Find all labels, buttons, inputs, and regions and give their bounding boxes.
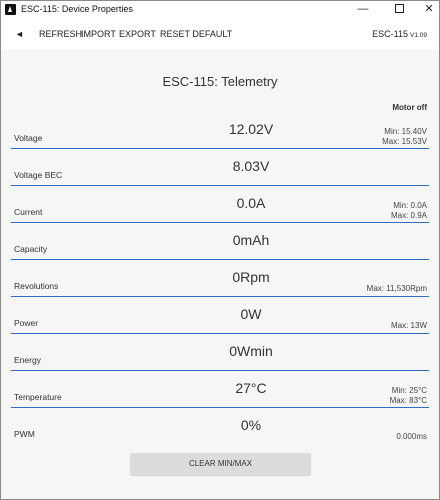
- export-button[interactable]: EXPORT: [119, 29, 156, 39]
- telemetry-max: Max: 11,530Rpm: [366, 284, 427, 293]
- telemetry-value: 0mAh: [232, 232, 270, 248]
- telemetry-minmax: 0.000ms: [396, 432, 427, 442]
- close-button[interactable]: ✕: [415, 1, 440, 19]
- back-button[interactable]: ◄: [15, 29, 24, 39]
- telemetry-row: Voltage 12.02V Min: 15.40V Max: 15.53V: [11, 113, 429, 149]
- telemetry-max: 0.000ms: [396, 432, 427, 441]
- telemetry-row: Voltage BEC 8.03V: [11, 150, 429, 186]
- app-window: ESC-115: Device Properties — ✕ ◄ REFRESH…: [0, 0, 440, 500]
- row-divider: [11, 185, 429, 186]
- app-logo-icon: [5, 4, 16, 15]
- row-divider: [11, 259, 429, 260]
- telemetry-value: 0W: [240, 306, 262, 322]
- telemetry-minmax: Max: 11,530Rpm: [367, 284, 427, 294]
- telemetry-minmax: Min: 0.0A Max: 0.9A: [391, 201, 427, 220]
- firmware-version: V1.09: [410, 32, 427, 39]
- telemetry-row: Current 0.0A Min: 0.0A Max: 0.9A: [11, 187, 429, 223]
- title-bar: ESC-115: Device Properties — ✕: [1, 1, 439, 19]
- telemetry-value: 0%: [240, 417, 262, 433]
- telemetry-row: Temperature 27°C Min: 25°C Max: 83°C: [11, 372, 429, 408]
- motor-status: Motor off: [392, 103, 427, 112]
- import-button[interactable]: IMPORT: [81, 29, 116, 39]
- telemetry-min: Min: 0.0A: [393, 201, 427, 210]
- telemetry-min: Min: 15.40V: [384, 127, 427, 136]
- telemetry-panel: ESC-115: Telemetry Motor off Voltage 12.0…: [1, 49, 439, 499]
- telemetry-minmax: Max: 13W: [391, 321, 427, 331]
- telemetry-row: PWM 0% 0.000ms: [11, 409, 429, 445]
- reset-default-button[interactable]: RESET DEFAULT: [160, 29, 232, 39]
- row-divider: [11, 333, 429, 334]
- telemetry-row: Power 0W Max: 13W: [11, 298, 429, 334]
- telemetry-value: 8.03V: [232, 158, 270, 174]
- refresh-button[interactable]: REFRESH: [39, 29, 82, 39]
- telemetry-minmax: Min: 25°C Max: 83°C: [390, 386, 427, 405]
- telemetry-max: Max: 83°C: [389, 395, 427, 405]
- row-divider: [11, 370, 429, 371]
- telemetry-min: Min: 25°C: [391, 386, 427, 395]
- telemetry-value: 0Wmin: [229, 343, 273, 359]
- telemetry-max: Max: 15.53V: [382, 136, 427, 146]
- minimize-button[interactable]: —: [349, 1, 377, 19]
- telemetry-max: Max: 13W: [390, 321, 427, 330]
- telemetry-row: Revolutions 0Rpm Max: 11,530Rpm: [11, 261, 429, 297]
- device-name: ESC-115: [372, 29, 408, 39]
- telemetry-row: Capacity 0mAh: [11, 224, 429, 260]
- toolbar: ◄ REFRESH IMPORT EXPORT RESET DEFAULT ES…: [1, 19, 439, 49]
- row-divider: [11, 407, 429, 408]
- row-divider: [11, 222, 429, 223]
- telemetry-max: Max: 0.9A: [390, 210, 427, 220]
- telemetry-value: 12.02V: [228, 121, 274, 137]
- telemetry-value: 0Rpm: [232, 269, 270, 285]
- row-divider: [11, 296, 429, 297]
- telemetry-row: Energy 0Wmin: [11, 335, 429, 371]
- telemetry-value: 27°C: [235, 380, 267, 396]
- telemetry-value: 0.0A: [236, 195, 266, 211]
- clear-min-max-button[interactable]: CLEAR MIN/MAX: [130, 453, 311, 475]
- maximize-button[interactable]: [385, 1, 413, 19]
- maximize-icon: [394, 3, 404, 13]
- window-title: ESC-115: Device Properties: [21, 4, 133, 14]
- page-title: ESC-115: Telemetry: [162, 74, 278, 89]
- row-divider: [11, 148, 429, 149]
- telemetry-minmax: Min: 15.40V Max: 15.53V: [382, 127, 427, 146]
- device-label: ESC-115 V1.09: [372, 29, 427, 39]
